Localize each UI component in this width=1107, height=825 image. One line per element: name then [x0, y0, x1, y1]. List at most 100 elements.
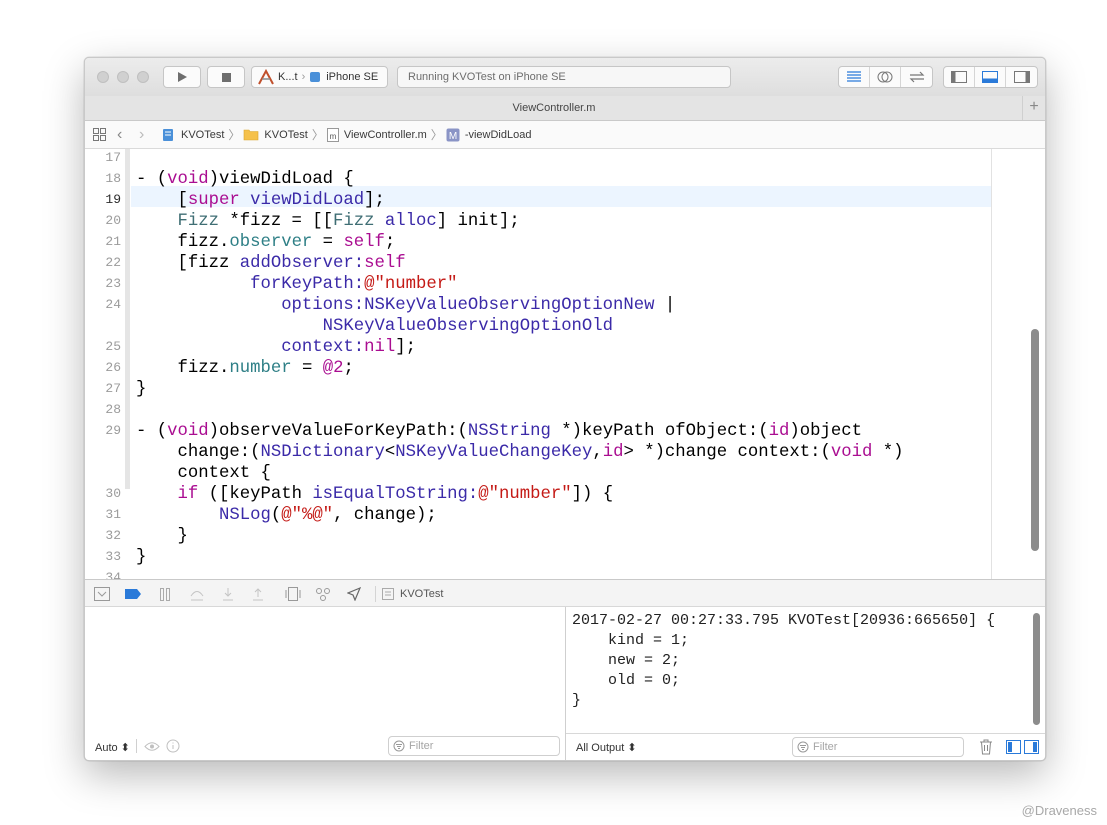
forward-button[interactable]: ›: [139, 121, 144, 148]
breadcrumb-method[interactable]: -viewDidLoad: [465, 129, 532, 141]
code-line: - (void)observeValueForKeyPath:(NSString…: [136, 422, 862, 441]
run-button[interactable]: [163, 66, 201, 88]
line-number: 18: [105, 171, 121, 186]
code-line: context {: [136, 464, 270, 483]
code-token: *)keyPath ofObject:(: [550, 422, 769, 441]
trash-icon[interactable]: [979, 739, 993, 755]
eye-icon[interactable]: [144, 741, 160, 752]
toggle-inspector-button[interactable]: [1006, 67, 1037, 87]
assistant-editor-button[interactable]: [870, 67, 901, 87]
pause-button[interactable]: [159, 586, 171, 602]
code-line: options:NSKeyValueObservingOptionNew |: [136, 296, 675, 315]
line-number: 23: [105, 276, 121, 291]
console-scrollbar[interactable]: [1033, 613, 1040, 725]
code-token: @"number": [364, 275, 458, 294]
code-line: }: [136, 527, 187, 546]
code-token: id: [768, 422, 790, 441]
toolbar: K...t › iPhone SE Running KVOTest on iPh…: [85, 58, 1045, 97]
tab-title[interactable]: ViewController.m: [85, 96, 1023, 120]
xcode-window: K...t › iPhone SE Running KVOTest on iPh…: [84, 57, 1046, 761]
close-window-button[interactable]: [97, 71, 109, 83]
code-line: context:nil];: [136, 338, 416, 357]
minimize-window-button[interactable]: [117, 71, 129, 83]
editor-divider: [991, 149, 992, 579]
pause-icon: [160, 587, 170, 601]
code-token: void: [167, 170, 209, 189]
code-token: )viewDidLoad {: [208, 170, 354, 189]
code-token: - (: [136, 422, 168, 441]
step-over-button[interactable]: [189, 586, 205, 602]
code-token: NSDictionary: [260, 443, 385, 462]
line-number: 20: [105, 213, 121, 228]
breadcrumb-project[interactable]: KVOTest: [181, 129, 224, 141]
code-token: NSString: [467, 422, 551, 441]
zoom-window-button[interactable]: [137, 71, 149, 83]
step-into-button[interactable]: [221, 586, 235, 602]
divider: [136, 739, 137, 753]
code-token: alloc: [384, 212, 437, 231]
code-token: }: [136, 380, 147, 399]
add-tab-button[interactable]: +: [1022, 96, 1045, 120]
svg-text:m: m: [330, 132, 337, 141]
play-icon: [178, 72, 187, 82]
toggle-debug-area-button[interactable]: [975, 67, 1006, 87]
line-number: 25: [105, 339, 121, 354]
code-line: fizz.number = @2;: [136, 359, 354, 378]
info-icon[interactable]: [166, 739, 180, 753]
toggle-navigator-button[interactable]: [944, 67, 975, 87]
show-variables-icon[interactable]: [1006, 740, 1021, 754]
line-number: 29: [105, 423, 121, 438]
variables-filter-field[interactable]: Filter: [388, 736, 560, 756]
code-token: }: [136, 548, 147, 567]
code-token: [: [136, 191, 188, 210]
svg-text:M: M: [449, 131, 457, 142]
breadcrumb-group[interactable]: KVOTest: [264, 129, 307, 141]
memory-graph-button[interactable]: [315, 586, 331, 602]
console-filter-field[interactable]: Filter: [792, 737, 964, 757]
line-number: 26: [105, 360, 121, 375]
standard-editor-button[interactable]: [839, 67, 870, 87]
line-number: 22: [105, 255, 121, 270]
code-token: *): [872, 443, 904, 462]
code-line: NSLog(@"%@", change);: [136, 506, 437, 525]
view-hierarchy-button[interactable]: [285, 586, 301, 602]
debug-target[interactable]: KVOTest: [382, 586, 443, 602]
stop-button[interactable]: [207, 66, 245, 88]
back-button[interactable]: ‹: [117, 121, 122, 148]
code-token: ;: [343, 359, 354, 378]
code-token: )observeValueForKeyPath:(: [208, 422, 468, 441]
breadcrumb-file[interactable]: ViewController.m: [344, 129, 427, 141]
line-number: 17: [105, 150, 121, 165]
related-items-button[interactable]: [93, 121, 106, 148]
code-token: NSLog: [218, 506, 271, 525]
code-token: context:: [281, 338, 365, 357]
console-line: new = 2;: [572, 652, 681, 669]
editor-scrollbar[interactable]: [1031, 329, 1039, 551]
code-token: @"%@": [281, 506, 334, 525]
activity-status: Running KVOTest on iPhone SE: [397, 66, 731, 88]
version-editor-button[interactable]: [901, 67, 932, 87]
show-console-icon[interactable]: [1024, 740, 1039, 754]
swap-arrows-icon: [909, 71, 924, 83]
console-line: 2017-02-27 00:27:33.795 KVOTest[20936:66…: [572, 612, 996, 629]
console-output-select[interactable]: All Output ⬍: [576, 741, 637, 754]
source-editor[interactable]: 17 18 19 20 21 22 23 24 25 26 27 28 29 30 31 32 33 34 - (…: [85, 149, 1045, 579]
scheme-selector[interactable]: K...t › iPhone SE: [251, 66, 388, 88]
code-token: *fizz = [[: [218, 212, 334, 231]
hide-debug-area-button[interactable]: [94, 586, 110, 602]
code-line: - (void)viewDidLoad {: [136, 170, 354, 189]
code-line: Fizz *fizz = [[Fizz alloc] init];: [136, 212, 519, 231]
simulate-location-button[interactable]: [347, 586, 361, 602]
align-lines-icon: [847, 71, 861, 82]
breakpoints-toggle-button[interactable]: [125, 586, 141, 602]
variables-view: Auto ⬍ Filter: [85, 607, 566, 760]
code-token: self: [343, 233, 385, 252]
console-view[interactable]: 2017-02-27 00:27:33.795 KVOTest[20936:66…: [566, 607, 1045, 760]
code-token: void: [167, 422, 209, 441]
code-token: NSKeyValueObservingOptionOld: [322, 317, 614, 336]
step-out-button[interactable]: [251, 586, 265, 602]
overlap-circles-icon: [877, 71, 893, 83]
variables-scope-select[interactable]: Auto ⬍: [95, 741, 130, 754]
